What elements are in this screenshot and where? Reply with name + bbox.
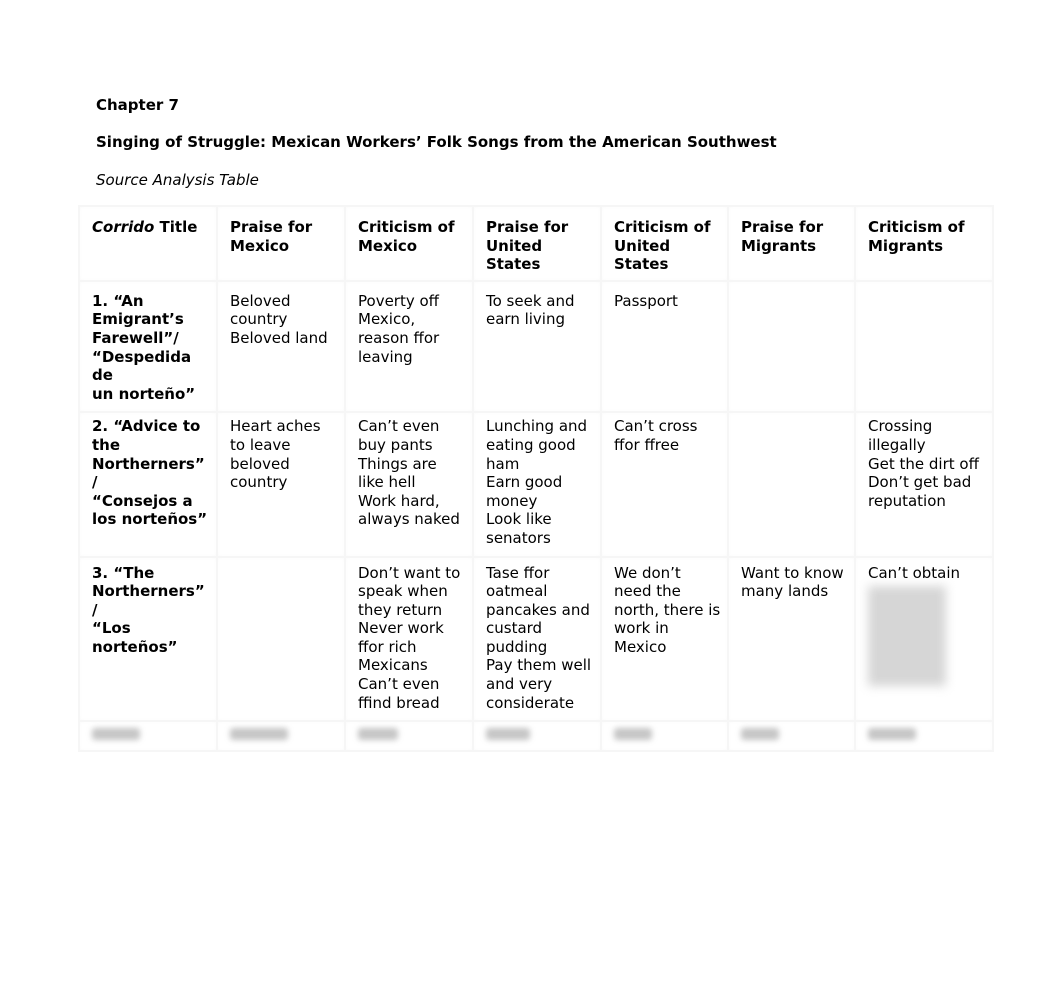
cell-line: 2. “Advice to the Northerners” / xyxy=(92,417,205,492)
cell-criticism-us: Passport xyxy=(600,279,729,414)
obscured-cell xyxy=(727,720,856,753)
cell-praise-mexico: Heart aches to leave beloved country xyxy=(216,411,346,558)
cell-line: Passport xyxy=(614,291,678,310)
cell-criticism-migrants: Crossing illegally Get the dirt off Don’t … xyxy=(854,411,994,558)
table-row: 3. “The Northerners” / “Los norteños” Don’… xyxy=(78,555,994,723)
cell-praise-mexico xyxy=(216,555,346,723)
header-corrido-rest: Title xyxy=(154,218,198,236)
obscured-cell xyxy=(472,720,602,753)
cell-line: We don’t need the north, there is work i… xyxy=(614,563,721,656)
cell-corrido-title: 2. “Advice to the Northerners” / “Consejo… xyxy=(78,411,218,558)
table-row: 1. “An Emigrant’s Farewell”/“Despedida d… xyxy=(78,279,994,414)
obscured-text xyxy=(868,586,946,687)
cell-praise-us: To seek and earn living xyxy=(472,279,602,414)
cell-praise-migrants xyxy=(727,279,856,414)
cell-praise-migrants xyxy=(727,411,856,558)
cell-corrido-title: 3. “The Northerners” / “Los norteños” xyxy=(78,555,218,723)
cell-praise-mexico: Beloved country Beloved land xyxy=(216,279,346,414)
obscured-cell xyxy=(216,720,346,753)
cell-line: Can’t obtain xyxy=(868,563,961,582)
obscured-text xyxy=(614,728,652,741)
cell-criticism-mexico: Don’t want to speak when they return Neve… xyxy=(344,555,474,723)
table-header-row: Corrido Title Praise for Mexico Criticis… xyxy=(78,205,994,282)
cell-praise-us: Tase ffor oatmeal pancakes and custard p… xyxy=(472,555,602,723)
cell-criticism-us: Can’t cross ffor ffree xyxy=(600,411,729,558)
cell-line: Lunching and eating good ham xyxy=(486,417,588,473)
document-title: Singing of Struggle: Mexican Workers’ Fo… xyxy=(96,133,777,151)
cell-line: “Los norteños” xyxy=(92,619,178,656)
chapter-label: Chapter 7 xyxy=(96,96,179,114)
obscured-text xyxy=(92,728,140,741)
obscured-cell xyxy=(78,720,218,753)
cell-line: 1. “An Emigrant’s Farewell”/ xyxy=(92,291,184,347)
cell-line: Can’t even buy pants xyxy=(358,417,440,454)
table-row: 2. “Advice to the Northerners” / “Consejo… xyxy=(78,411,994,558)
obscured-cell xyxy=(600,720,729,753)
header-praise-mexico: Praise for Mexico xyxy=(216,205,346,282)
obscured-text xyxy=(741,728,779,741)
obscured-text xyxy=(358,728,398,741)
cell-criticism-migrants xyxy=(854,279,994,414)
cell-corrido-title: 1. “An Emigrant’s Farewell”/“Despedida d… xyxy=(78,279,218,414)
cell-line: Poverty off Mexico, reason ffor leaving xyxy=(358,291,440,366)
header-criticism-us: Criticism of United States xyxy=(600,205,729,282)
obscured-cell xyxy=(344,720,474,753)
obscured-text xyxy=(486,728,530,741)
cell-criticism-us: We don’t need the north, there is work i… xyxy=(600,555,729,723)
obscured-cell xyxy=(854,720,994,753)
cell-line: “Consejos a los norteños” xyxy=(92,491,208,529)
cell-line: Crossing illegally xyxy=(868,417,933,454)
obscured-text xyxy=(868,728,916,741)
header-corrido-italic: Corrido xyxy=(92,218,155,236)
cell-line: Beloved land xyxy=(230,328,328,347)
header-praise-us: Praise for United States xyxy=(472,205,602,282)
cell-line: Can’t cross ffor ffree xyxy=(614,417,698,454)
header-criticism-mexico: Criticism of Mexico xyxy=(344,205,474,282)
cell-line: Pay them well and very considerate xyxy=(486,656,592,712)
cell-praise-migrants: Want to know many lands xyxy=(727,555,856,723)
obscured-text xyxy=(230,728,288,741)
cell-line: Earn good money xyxy=(486,473,563,510)
cell-line: Things are like hell xyxy=(358,454,437,492)
cell-line: Don’t get bad reputation xyxy=(868,473,972,510)
cell-line: “Despedida de xyxy=(92,347,192,385)
header-corrido-title: Corrido Title xyxy=(78,205,218,282)
cell-line: Get the dirt off xyxy=(868,454,979,473)
cell-line: Tase ffor oatmeal pancakes and custard p… xyxy=(486,563,590,656)
cell-praise-us: Lunching and eating good ham Earn good mo… xyxy=(472,411,602,558)
document-subtitle: Source Analysis Table xyxy=(96,171,259,189)
source-analysis-table-container: Corrido Title Praise for Mexico Criticis… xyxy=(78,205,994,753)
header-criticism-migrants: Criticism of Migrants xyxy=(854,205,994,282)
cell-line: Don’t want to speak when they return xyxy=(358,563,461,619)
cell-line: Can’t even ffind bread xyxy=(358,675,440,712)
cell-line: 3. “The Northerners” / xyxy=(92,563,205,619)
cell-criticism-mexico: Poverty off Mexico, reason ffor leaving xyxy=(344,279,474,414)
cell-line: un norteño” xyxy=(92,384,196,403)
cell-criticism-mexico: Can’t even buy pants Things are like hell… xyxy=(344,411,474,558)
header-praise-migrants: Praise for Migrants xyxy=(727,205,856,282)
cell-criticism-migrants: Can’t obtain xyxy=(854,555,994,723)
cell-line: Heart aches to leave beloved country xyxy=(230,417,321,492)
cell-line: Work hard, always naked xyxy=(358,491,460,529)
cell-line: Look like senators xyxy=(486,510,552,547)
table-row-obscured xyxy=(78,720,994,753)
cell-line: Want to know many lands xyxy=(741,563,844,601)
cell-line: Never work ffor rich Mexicans xyxy=(358,619,444,675)
cell-line: Beloved country xyxy=(230,291,291,329)
cell-line: To seek and earn living xyxy=(486,291,575,329)
source-analysis-table: Corrido Title Praise for Mexico Criticis… xyxy=(78,205,994,753)
